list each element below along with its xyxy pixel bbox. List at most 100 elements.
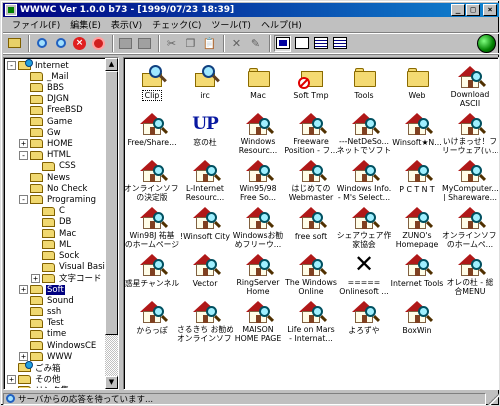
tree-item[interactable]: No Check: [19, 183, 88, 194]
tree-item[interactable]: ML: [31, 239, 72, 250]
item-icon[interactable]: Windows Info. - M's Select...: [336, 157, 392, 201]
tree-item[interactable]: + その他: [7, 374, 62, 385]
minimize-button[interactable]: _: [451, 4, 465, 16]
tree-item[interactable]: - Programing: [19, 194, 97, 205]
tree-expand-icon[interactable]: +: [19, 352, 28, 362]
item-icon[interactable]: UP 窓の杜: [177, 110, 233, 154]
item-icon[interactable]: Web: [389, 63, 445, 107]
item-icon[interactable]: Win95/98 Free So...: [230, 157, 286, 201]
item-icon[interactable]: ZUNO's Homepage: [389, 204, 445, 248]
scroll-up-arrow-icon[interactable]: ▲: [105, 58, 118, 71]
tree-expand-icon[interactable]: +: [7, 374, 16, 384]
list-view-tool-icon[interactable]: [312, 35, 329, 52]
tree-item[interactable]: Sock: [31, 250, 80, 261]
item-icon[interactable]: いけまっせ！フ リーウェア(ぃ...: [442, 110, 498, 154]
small-icons-view-tool-icon[interactable]: [293, 35, 310, 52]
item-icon[interactable]: Win98J 祐基 のホームページ: [124, 204, 180, 248]
tree-item[interactable]: - Internet: [7, 59, 70, 71]
delete-tool-icon[interactable]: ✕: [228, 35, 245, 52]
tree-vertical-scrollbar[interactable]: ▲ ▼: [105, 58, 118, 389]
item-icon[interactable]: Windows Resourc...: [230, 110, 286, 154]
cut-tool-icon[interactable]: ✂: [163, 35, 180, 52]
scrollbar-thumb[interactable]: [105, 71, 118, 335]
tree-item[interactable]: _Mail: [19, 71, 70, 82]
item-icon[interactable]: よろずや: [336, 298, 392, 342]
menu-item-3[interactable]: チェック(C): [147, 18, 206, 31]
stop-check-tool-icon[interactable]: ×: [71, 35, 88, 52]
item-icon[interactable]: はじめての Webmaster: [283, 157, 339, 201]
item-icon[interactable]: BoxWin: [389, 298, 445, 342]
item-icon[interactable]: P C T N T: [389, 157, 445, 201]
tree-collapse-icon[interactable]: -: [19, 195, 28, 205]
item-icon[interactable]: irc: [177, 63, 233, 107]
tree-item[interactable]: CSS: [31, 161, 77, 172]
item-icon[interactable]: シェアウェア作 家協会: [336, 204, 392, 248]
tree-expand-icon[interactable]: +: [19, 285, 28, 294]
open-tool-icon[interactable]: [117, 35, 134, 52]
check-selected-tool-icon[interactable]: [33, 35, 50, 52]
tree-item[interactable]: WindowsCE: [19, 340, 97, 351]
resize-grip[interactable]: [487, 392, 499, 405]
copy-tool-icon[interactable]: ❐: [182, 35, 199, 52]
tree-item[interactable]: time: [19, 329, 67, 340]
item-icon[interactable]: MAISON HOME PAGE: [230, 298, 286, 342]
item-icon[interactable]: MyComputer... | Shareware...: [442, 157, 498, 201]
item-icon[interactable]: Internet Tools: [389, 251, 445, 295]
tree-item[interactable]: - HTML: [19, 150, 72, 161]
item-icon[interactable]: Winsoft★N...: [389, 110, 445, 154]
tree-item[interactable]: + HOME: [19, 138, 74, 149]
tree-item[interactable]: FreeBSD: [19, 105, 84, 116]
tree-item[interactable]: Game: [19, 116, 73, 127]
tree-item[interactable]: DB: [31, 217, 72, 228]
maximize-button[interactable]: □: [466, 4, 480, 16]
tree-item[interactable]: Test: [19, 318, 65, 329]
tree-item[interactable]: + Soft: [19, 284, 65, 295]
item-icon[interactable]: Freeware Position - フ...: [283, 110, 339, 154]
folder-tree[interactable]: - Internet _Mail BBS DJGN FreeBSD Game Gw + HOME -…: [3, 57, 119, 390]
rename-tool-icon[interactable]: ✎: [247, 35, 264, 52]
item-icon[interactable]: The Windows Online: [283, 251, 339, 295]
tree-item[interactable]: News: [19, 172, 71, 183]
tree-item[interactable]: ssh: [19, 306, 62, 317]
item-icon[interactable]: Clip: [124, 63, 180, 107]
item-icon[interactable]: !Winsoft City: [177, 204, 233, 248]
item-icon[interactable]: Life on Mars - Internat...: [283, 298, 339, 342]
item-icon[interactable]: Soft Tmp: [283, 63, 339, 107]
tree-item[interactable]: + 文字コード: [31, 273, 103, 284]
paste-tool-icon[interactable]: 📋: [201, 35, 218, 52]
item-icon[interactable]: からっぽ: [124, 298, 180, 342]
tree-item[interactable]: Gw: [19, 127, 62, 138]
title-bar[interactable]: WWWC Ver 1.0.0 b73 - [1999/07/23 18:39] …: [3, 3, 499, 17]
stop-all-tool-icon[interactable]: [90, 35, 107, 52]
tree-item[interactable]: C: [31, 206, 66, 217]
item-icon[interactable]: ✕ ===== Onlinesoft ...: [336, 250, 392, 295]
item-icon[interactable]: RingServer Home: [230, 251, 286, 295]
tree-collapse-icon[interactable]: -: [7, 61, 16, 70]
item-icon[interactable]: Tools: [336, 63, 392, 107]
scroll-down-arrow-icon[interactable]: ▼: [105, 376, 118, 389]
tree-item[interactable]: リンク集: [7, 385, 70, 388]
up-folder-tool-icon[interactable]: [6, 35, 23, 52]
tree-item[interactable]: DJGN: [19, 94, 70, 105]
item-icon[interactable]: Download ASCII: [442, 63, 498, 107]
menu-item-2[interactable]: 表示(V): [106, 18, 147, 31]
item-icon[interactable]: Vector: [177, 251, 233, 295]
item-icon[interactable]: Windowsお勧 めフリーウ...: [230, 204, 286, 248]
item-icon[interactable]: ---NetDeSo... ネットでソフト: [336, 110, 392, 154]
menu-item-0[interactable]: ファイル(F): [7, 18, 65, 31]
tree-expand-icon[interactable]: +: [31, 273, 40, 283]
tree-expand-icon[interactable]: +: [19, 139, 28, 149]
item-icon[interactable]: free soft: [283, 204, 339, 248]
tree-item[interactable]: Mac: [31, 228, 77, 239]
tree-item[interactable]: Visual Basic: [31, 262, 105, 273]
close-button[interactable]: ×: [483, 4, 497, 16]
tree-item[interactable]: BBS: [19, 82, 65, 93]
item-icon[interactable]: L-Internet Resourc...: [177, 157, 233, 201]
item-icon[interactable]: オレの杜 - 総 合MENU: [442, 251, 498, 295]
tree-item[interactable]: Sound: [19, 295, 75, 306]
app-icon[interactable]: [5, 4, 17, 16]
item-icon-view[interactable]: Clip irc Mac Soft Tmp Tools Web Download ASCII…: [123, 57, 499, 390]
menu-item-5[interactable]: ヘルプ(H): [256, 18, 307, 31]
item-icon[interactable]: オンラインソフト のホームペ...: [442, 204, 498, 248]
properties-tool-icon[interactable]: [136, 35, 153, 52]
